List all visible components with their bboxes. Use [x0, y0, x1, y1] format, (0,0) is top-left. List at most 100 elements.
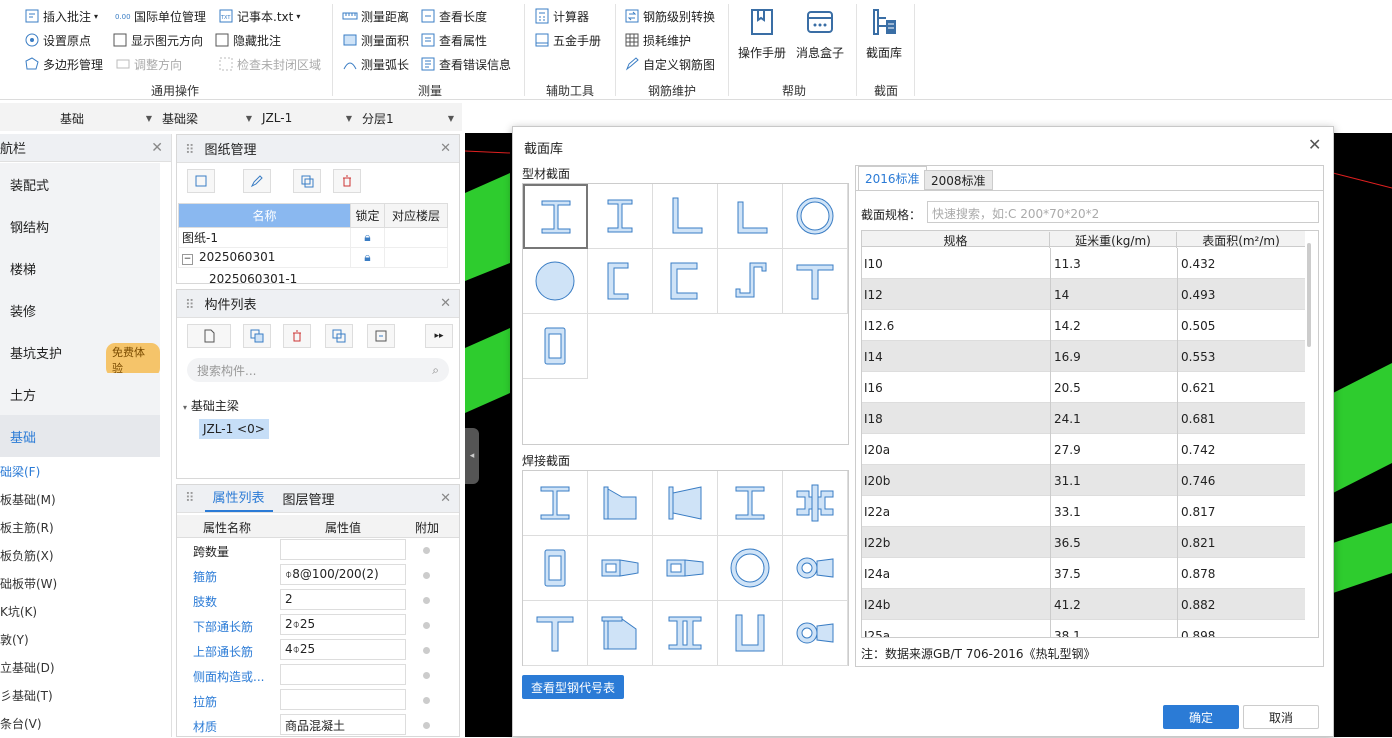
- spec-search-input[interactable]: 快速搜索，如:C 200*70*20*2: [927, 201, 1319, 223]
- floor-copy-button[interactable]: [367, 324, 395, 348]
- loss-maintain-button[interactable]: 损耗维护: [624, 30, 691, 50]
- property-value-input[interactable]: 2: [280, 589, 406, 610]
- tab-2016-standard[interactable]: 2016标准: [858, 166, 927, 190]
- section-shape-cell[interactable]: [783, 249, 848, 314]
- free-trial-badge[interactable]: 免费体验: [106, 343, 160, 377]
- nav-sub-item[interactable]: 础板带(W): [0, 575, 57, 592]
- nav-sub-item[interactable]: 板负筋(X): [0, 547, 54, 564]
- ok-button[interactable]: 确定: [1163, 705, 1239, 729]
- attach-checkbox[interactable]: [423, 622, 430, 629]
- section-shape-cell[interactable]: [783, 601, 848, 666]
- close-icon[interactable]: ✕: [1308, 135, 1321, 154]
- layer-dropdown[interactable]: 分层1 ▼: [358, 107, 458, 129]
- property-value-input[interactable]: [280, 539, 406, 560]
- section-shape-cell[interactable]: [783, 471, 848, 536]
- section-shape-cell[interactable]: [718, 184, 783, 249]
- notepad-button[interactable]: TXT 记事本.txt ▾: [218, 6, 300, 26]
- table-row[interactable]: I25a 38.1 0.898: [862, 620, 1305, 637]
- property-row[interactable]: 材质 商品混凝土: [177, 713, 459, 738]
- drag-handle-icon[interactable]: ⠿: [185, 491, 195, 506]
- measure-area-button[interactable]: 测量面积: [342, 30, 409, 50]
- drag-handle-icon[interactable]: ⠿: [185, 143, 195, 158]
- collapse-icon[interactable]: −: [182, 254, 193, 265]
- attach-checkbox[interactable]: [423, 597, 430, 604]
- table-row[interactable]: I12.6 14.2 0.505: [862, 310, 1305, 341]
- tab-property-list[interactable]: 属性列表: [204, 485, 273, 512]
- attach-checkbox[interactable]: [423, 672, 430, 679]
- check-closed-area-button[interactable]: 检查未封闭区域: [218, 54, 321, 74]
- nav-sub-item[interactable]: 板主筋(R): [0, 519, 54, 536]
- nav-sub-item[interactable]: 立基础(D): [0, 659, 55, 676]
- section-shape-cell[interactable]: [718, 471, 783, 536]
- table-row[interactable]: I24a 37.5 0.878: [862, 558, 1305, 589]
- section-shape-cell[interactable]: [718, 536, 783, 601]
- section-shape-cell[interactable]: [523, 471, 588, 536]
- show-direction-checkbox[interactable]: 显示图元方向: [112, 30, 203, 50]
- section-shape-cell[interactable]: [653, 536, 718, 601]
- manual-button[interactable]: 操作手册: [738, 6, 786, 61]
- section-shape-cell[interactable]: [588, 184, 653, 249]
- section-shape-cell[interactable]: [588, 249, 653, 314]
- property-row[interactable]: 下部通长筋 2⌽25: [177, 613, 459, 638]
- delete-component-button[interactable]: [283, 324, 311, 348]
- table-row[interactable]: I12 14 0.493: [862, 279, 1305, 310]
- attach-checkbox[interactable]: [423, 572, 430, 579]
- view-errors-button[interactable]: 查看错误信息: [420, 54, 511, 74]
- nav-sub-item[interactable]: K坑(K): [0, 603, 37, 620]
- view-properties-button[interactable]: 查看属性: [420, 30, 487, 50]
- adjust-direction-button[interactable]: 调整方向: [115, 54, 182, 74]
- nav-item-foundation[interactable]: 基础: [0, 415, 160, 457]
- property-value-input[interactable]: ⌽8@100/200(2): [280, 564, 406, 585]
- property-value-input[interactable]: [280, 689, 406, 710]
- property-value-input[interactable]: 2⌽25: [280, 614, 406, 635]
- table-row[interactable]: −2025060301 🔒︎: [178, 247, 448, 268]
- attach-checkbox[interactable]: [423, 547, 430, 554]
- section-shape-cell[interactable]: [523, 314, 588, 379]
- new-component-button[interactable]: [187, 324, 231, 348]
- section-shape-cell[interactable]: [653, 601, 718, 666]
- column-header[interactable]: 延米重(kg/m): [1050, 232, 1177, 249]
- nav-sub-item[interactable]: 板基础(M): [0, 491, 56, 508]
- custom-rebar-button[interactable]: 自定义钢筋图: [624, 54, 715, 74]
- close-icon[interactable]: ✕: [151, 140, 163, 156]
- polygon-manage-button[interactable]: 多边形管理: [24, 54, 103, 74]
- expand-toolbar-button[interactable]: ▸▸: [425, 324, 453, 348]
- measure-arc-button[interactable]: 测量弧长: [342, 54, 409, 74]
- edit-drawing-button[interactable]: [243, 169, 271, 193]
- component-group[interactable]: ▾ 基础主梁: [183, 397, 239, 414]
- nav-item-earthwork[interactable]: 土方: [0, 373, 160, 415]
- copy-component-button[interactable]: [243, 324, 271, 348]
- section-shape-cell[interactable]: [523, 536, 588, 601]
- scrollbar-thumb[interactable]: [1307, 243, 1311, 347]
- section-shape-cell[interactable]: [588, 471, 653, 536]
- component-type-dropdown[interactable]: 基础梁 ▼: [158, 107, 256, 129]
- layer-copy-button[interactable]: [325, 324, 353, 348]
- table-row[interactable]: I24b 41.2 0.882: [862, 589, 1305, 620]
- component-item-selected[interactable]: JZL-1 <0>: [199, 419, 269, 439]
- component-search-input[interactable]: 搜索构件... ⌕: [187, 358, 449, 382]
- set-origin-button[interactable]: 设置原点: [24, 30, 91, 50]
- section-shape-cell[interactable]: [718, 249, 783, 314]
- tab-2008-standard[interactable]: 2008标准: [924, 170, 993, 190]
- measure-distance-button[interactable]: 测量距离: [342, 6, 409, 26]
- close-icon[interactable]: ✕: [440, 491, 451, 506]
- column-header[interactable]: 表面积(m²/m): [1177, 232, 1305, 249]
- attach-checkbox[interactable]: [423, 647, 430, 654]
- property-row[interactable]: 侧面构造或...: [177, 663, 459, 688]
- nav-sub-item[interactable]: 彡基础(T): [0, 687, 53, 704]
- table-row[interactable]: I18 24.1 0.681: [862, 403, 1305, 434]
- nav-item-decoration[interactable]: 装修: [0, 289, 160, 331]
- table-row[interactable]: I22a 33.1 0.817: [862, 496, 1305, 527]
- table-row[interactable]: I22b 36.5 0.821: [862, 527, 1305, 558]
- copy-drawing-button[interactable]: [293, 169, 321, 193]
- section-shape-cell[interactable]: [523, 184, 588, 249]
- table-row[interactable]: I20a 27.9 0.742: [862, 434, 1305, 465]
- column-header[interactable]: 规格: [862, 232, 1050, 249]
- message-box-button[interactable]: 消息盒子: [796, 6, 844, 61]
- property-value-input[interactable]: 4⌽25: [280, 639, 406, 660]
- nav-item-stairs[interactable]: 楼梯: [0, 247, 160, 289]
- table-row[interactable]: I20b 31.1 0.746: [862, 465, 1305, 496]
- property-row[interactable]: 拉筋: [177, 688, 459, 713]
- close-icon[interactable]: ✕: [440, 141, 451, 156]
- section-shape-cell[interactable]: [718, 601, 783, 666]
